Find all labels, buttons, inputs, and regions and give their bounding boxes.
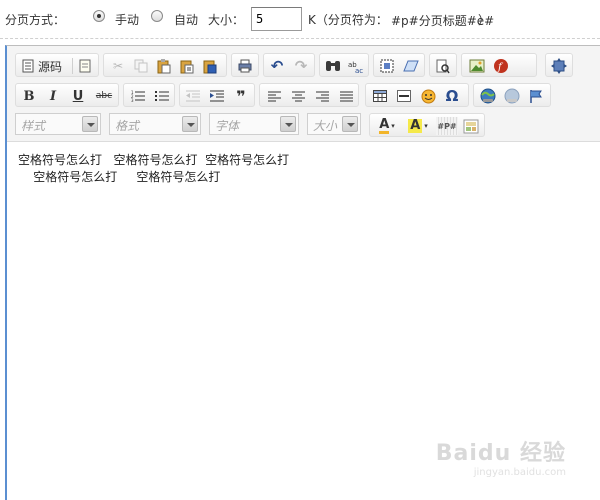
unlink-icon[interactable] (503, 87, 521, 105)
page-size-input[interactable] (251, 7, 302, 31)
align-right-icon[interactable] (313, 87, 331, 105)
maximize-group (545, 53, 573, 77)
source-group: 源码 (15, 53, 99, 77)
align-left-icon[interactable] (265, 87, 283, 105)
copy-icon[interactable] (132, 57, 150, 75)
history-group: ↶ ↷ (263, 53, 315, 77)
redo-icon[interactable]: ↷ (292, 57, 310, 75)
auto-label[interactable]: 自动 (174, 11, 198, 28)
paste-word-icon[interactable] (201, 57, 219, 75)
baidu-watermark: Baidu 经验 jingyan.baidu.com (436, 435, 566, 478)
smiley-icon[interactable] (419, 87, 437, 105)
clipboard-group: ✂ (103, 53, 227, 77)
color-group: A ▾ A ▾ #P# (369, 113, 485, 137)
print-group (231, 53, 259, 77)
manual-radio[interactable] (93, 10, 105, 22)
strike-icon[interactable]: abc (93, 87, 115, 105)
size-select[interactable]: 大小 (307, 113, 361, 135)
paste-icon[interactable] (155, 57, 173, 75)
style-select-value: 样式 (21, 119, 46, 133)
font-select-value: 字体 (215, 119, 240, 133)
chevron-down-icon: ▾ (424, 122, 428, 130)
content-line: 空格符号怎么打 空格符号怎么打 (18, 170, 221, 184)
chevron-down-icon[interactable] (82, 116, 98, 132)
bulleted-list-icon[interactable] (153, 87, 171, 105)
document-icon[interactable] (76, 57, 94, 75)
manual-label[interactable]: 手动 (115, 11, 139, 28)
maximize-icon[interactable] (550, 57, 568, 75)
undo-icon[interactable]: ↶ (268, 57, 286, 75)
format-select-value: 格式 (115, 119, 140, 133)
auto-radio[interactable] (151, 10, 163, 22)
font-select[interactable]: 字体 (209, 113, 299, 135)
template-icon[interactable] (462, 117, 480, 135)
watermark-brand: Baidu 经验 (435, 441, 566, 466)
size-label: 大小： (208, 13, 245, 27)
find-group: ab ac (319, 53, 369, 77)
flash-icon[interactable]: f (492, 57, 510, 75)
select-all-icon[interactable] (378, 57, 396, 75)
align-group (259, 83, 359, 107)
chevron-down-icon[interactable] (182, 116, 198, 132)
preview-group (429, 53, 457, 77)
align-center-icon[interactable] (289, 87, 307, 105)
basic-styles-group: B I U abc (15, 83, 119, 107)
table-icon[interactable] (371, 87, 389, 105)
insert-group: Ω (365, 83, 469, 107)
anchor-icon[interactable] (527, 87, 545, 105)
paste-text-icon[interactable] (178, 57, 196, 75)
find-icon[interactable] (324, 57, 342, 75)
style-select[interactable]: 样式 (15, 113, 101, 135)
link-icon[interactable] (479, 87, 497, 105)
outdent-icon[interactable] (184, 87, 202, 105)
separator-prefix: K（分页符为： (308, 13, 388, 27)
indent-group: ❞ (179, 83, 255, 107)
chevron-down-icon: ▾ (391, 122, 395, 130)
page-break-icon[interactable]: #P# (436, 117, 458, 135)
horizontal-rule-icon[interactable] (395, 87, 413, 105)
text-color-icon: A (379, 116, 390, 134)
text-color-button[interactable]: A ▾ (375, 117, 399, 135)
bold-icon[interactable]: B (20, 87, 38, 105)
rich-text-editor: 源码 ✂ ↶ ↷ ab ac f B I U abc 1 2 3 ❞ Ω 样式 … (5, 45, 600, 500)
format-select[interactable]: 格式 (109, 113, 201, 135)
editor-toolbar: 源码 ✂ ↶ ↷ ab ac f B I U abc 1 2 3 ❞ Ω 样式 … (7, 46, 600, 142)
separator-suffix: ） (478, 13, 491, 27)
bg-color-button[interactable]: A ▾ (406, 117, 430, 135)
justify-icon[interactable] (337, 87, 355, 105)
media-group: f (461, 53, 537, 77)
image-icon[interactable] (468, 57, 486, 75)
special-char-icon[interactable]: Ω (443, 87, 461, 105)
italic-icon[interactable]: I (44, 87, 62, 105)
underline-icon[interactable]: U (69, 87, 87, 105)
source-icon[interactable] (19, 57, 37, 75)
divider (0, 38, 600, 39)
numbered-list-icon[interactable]: 123 (129, 87, 147, 105)
preview-icon[interactable] (434, 57, 452, 75)
pagination-options: 分页方式： 手动 自动 大小： K（分页符为： #p#分页标题#e# ） (0, 0, 600, 38)
content-line: 空格符号怎么打 空格符号怎么打 空格符号怎么打 (18, 153, 290, 167)
chevron-down-icon[interactable] (280, 116, 296, 132)
svg-text:ac: ac (355, 67, 363, 74)
replace-icon[interactable]: ab ac (347, 57, 365, 75)
lists-group: 123 (123, 83, 175, 107)
select-group (373, 53, 425, 77)
chevron-down-icon[interactable] (342, 116, 358, 132)
indent-icon[interactable] (208, 87, 226, 105)
svg-text:3: 3 (131, 98, 134, 102)
remove-format-icon[interactable] (402, 57, 420, 75)
bg-color-icon: A (408, 118, 423, 133)
print-icon[interactable] (236, 57, 254, 75)
blockquote-icon[interactable]: ❞ (232, 87, 250, 106)
link-group (473, 83, 551, 107)
size-select-value: 大小 (313, 119, 338, 133)
watermark-url: jingyan.baidu.com (473, 467, 566, 478)
source-button-label[interactable]: 源码 (38, 58, 62, 75)
cut-icon[interactable]: ✂ (109, 57, 127, 75)
pagination-label: 分页方式： (5, 13, 66, 27)
toolbar-separator (72, 58, 73, 74)
